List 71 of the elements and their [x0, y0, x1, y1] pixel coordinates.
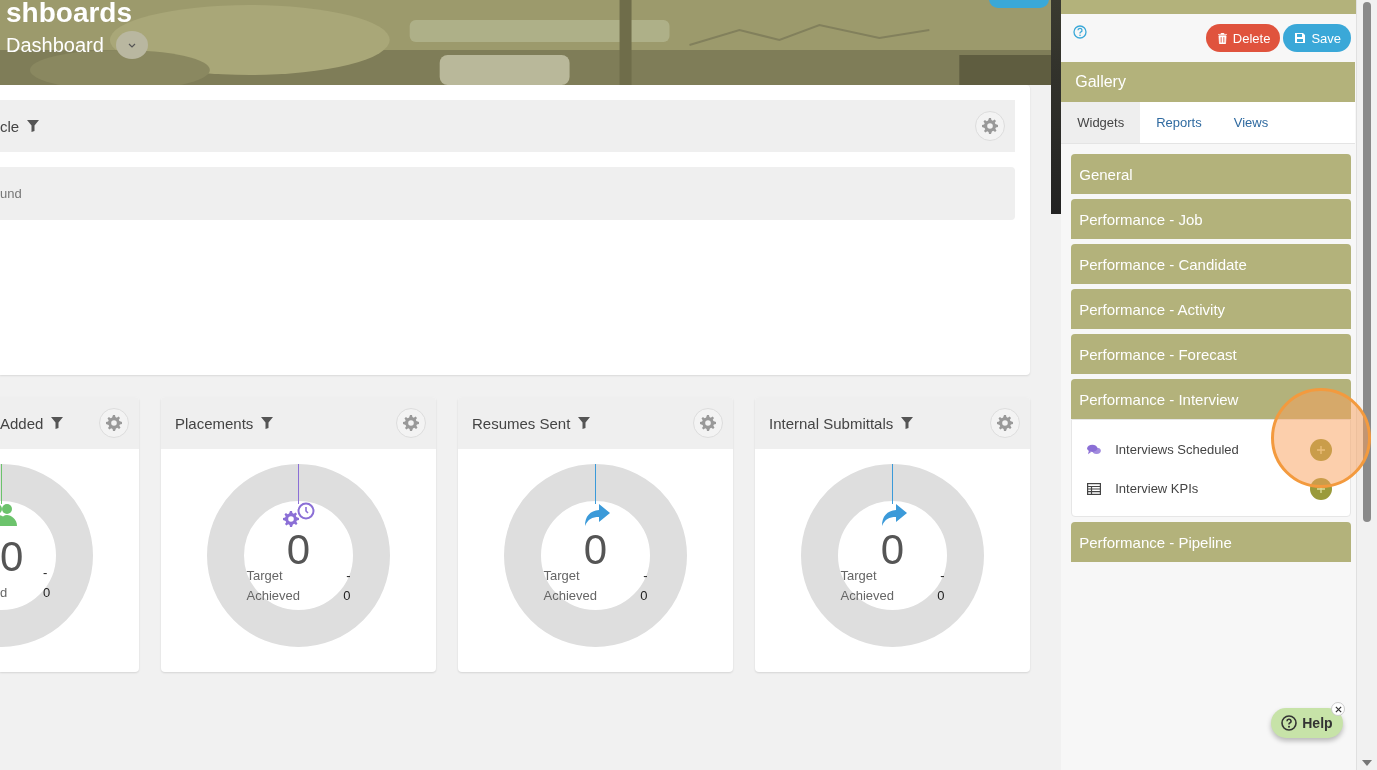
widget-value: 0 — [880, 530, 905, 570]
target-label: Target — [543, 567, 581, 585]
tab[interactable]: Reports — [1140, 102, 1218, 143]
trash-icon — [1217, 32, 1227, 44]
settings-button[interactable] — [396, 408, 426, 438]
widget-title: Internal Submittals — [769, 414, 894, 432]
dashboard-name: Dashboard — [6, 33, 104, 57]
widget-title: cle — [0, 117, 20, 135]
settings-button[interactable] — [99, 408, 129, 438]
category-header[interactable]: Performance - Forecast — [1071, 334, 1351, 374]
widget-value: 0 — [0, 537, 24, 577]
achieved-value: 0 — [936, 587, 945, 605]
category-header[interactable]: Performance - Activity — [1071, 289, 1351, 329]
gear-icon — [982, 118, 998, 134]
target-value: - — [939, 567, 945, 585]
filter-icon[interactable] — [261, 417, 274, 429]
add-button[interactable] — [1310, 477, 1332, 500]
target-value: - — [345, 567, 351, 585]
category-header[interactable]: Performance - Interview — [1071, 379, 1351, 419]
gear-icon — [403, 415, 419, 431]
widget-item[interactable]: Interviews Scheduled — [1115, 442, 1296, 457]
widget-item[interactable]: Interview KPIs — [1115, 481, 1296, 496]
achieved-value: 0 — [639, 587, 648, 605]
gallery-title: Gallery — [1075, 73, 1126, 91]
widget-title: Placements — [175, 414, 254, 432]
tab[interactable]: Widgets — [1061, 102, 1141, 143]
category-header[interactable]: Performance - Candidate — [1071, 244, 1351, 284]
help-button[interactable]: Help — [1271, 708, 1343, 738]
help-icon — [1281, 715, 1298, 731]
add-button[interactable] — [1310, 438, 1332, 461]
target-label: Target — [840, 567, 878, 585]
filter-icon[interactable] — [901, 417, 914, 429]
chevron-down-icon — [127, 42, 136, 48]
close-button[interactable] — [1331, 702, 1346, 716]
achieved-label: Achieved — [840, 587, 895, 605]
achieved-label: Achieved — [543, 587, 598, 605]
table-icon — [1087, 482, 1102, 495]
close-icon — [1334, 705, 1342, 713]
page-title: shboards — [6, 0, 133, 26]
filter-icon[interactable] — [27, 120, 40, 132]
scroll-down-arrow-icon[interactable] — [1362, 760, 1372, 766]
filter-icon[interactable] — [51, 417, 64, 429]
achieved-value: 0 — [43, 584, 51, 602]
category-header[interactable]: General — [1071, 154, 1351, 194]
category-header[interactable]: Performance - Pipeline — [1071, 522, 1351, 562]
achieved-label: Achieved — [246, 587, 301, 605]
achieved-value: 0 — [342, 587, 351, 605]
delete-button[interactable]: Delete — [1205, 24, 1281, 52]
target-value: - — [43, 564, 49, 582]
chat-icon — [1087, 443, 1102, 456]
widget-title: Added — [0, 414, 44, 432]
save-button[interactable]: Save — [1283, 24, 1351, 52]
target-label: Target — [246, 567, 284, 585]
gear-icon — [106, 415, 122, 431]
gear-clock-icon — [282, 502, 315, 528]
widget-title: Resumes Sent — [472, 414, 571, 432]
widget-value: 0 — [583, 530, 608, 570]
widget-value: 0 — [286, 530, 311, 570]
settings-button[interactable] — [990, 408, 1020, 438]
plus-icon — [1317, 445, 1325, 454]
help-icon[interactable] — [1073, 25, 1088, 39]
gear-icon — [997, 415, 1013, 431]
tab[interactable]: Views — [1217, 102, 1285, 143]
gear-icon — [700, 415, 716, 431]
target-value: - — [642, 567, 648, 585]
filter-icon[interactable] — [578, 417, 591, 429]
settings-button[interactable] — [693, 408, 723, 438]
category-header[interactable]: Performance - Job — [1071, 199, 1351, 239]
settings-button[interactable] — [975, 111, 1005, 141]
achieved-label: d — [0, 584, 9, 602]
empty-message: und — [0, 186, 22, 201]
